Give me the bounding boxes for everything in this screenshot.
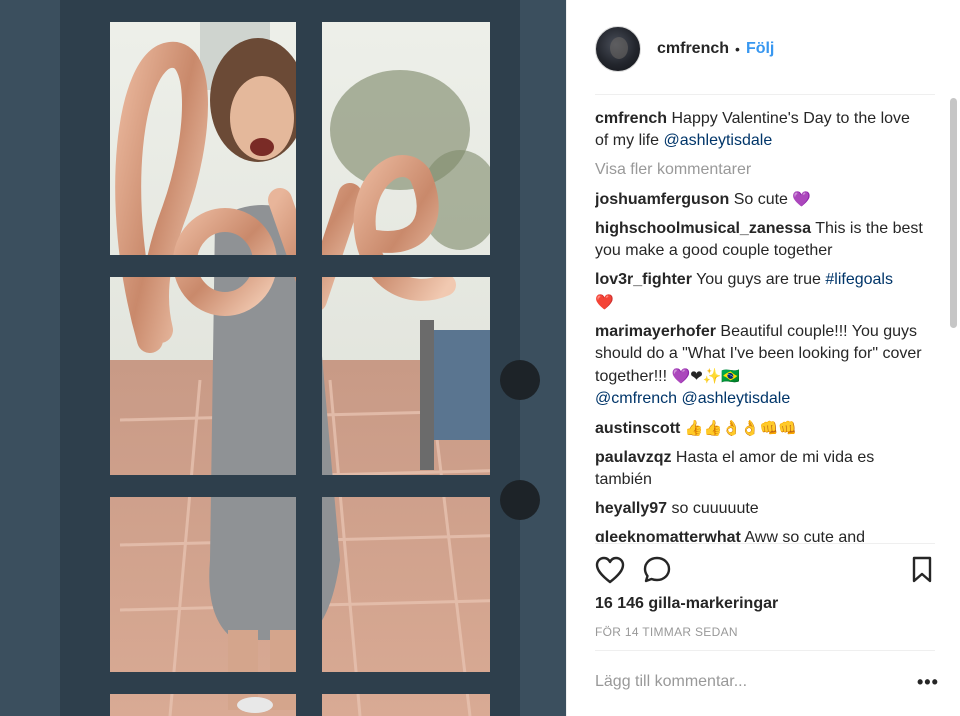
caption: cmfrench Happy Valentine's Day to the lo…	[595, 108, 925, 152]
avatar[interactable]	[595, 26, 641, 72]
comment-text: So cute	[733, 191, 788, 208]
show-more-comments-link[interactable]: Visa fler kommentarer	[595, 159, 925, 181]
comment-username[interactable]: austinscott	[595, 420, 680, 437]
comment-emoji: 💜	[792, 190, 812, 208]
comment-username[interactable]: paulavzqz	[595, 449, 671, 466]
comment-item: highschoolmusical_zanessa This is the be…	[595, 218, 925, 262]
post-header: cmfrench • Följ	[595, 24, 935, 74]
add-comment-input[interactable]: Lägg till kommentar...	[595, 673, 747, 691]
photo-illustration	[0, 0, 566, 716]
comments-scrollbar[interactable]	[950, 98, 957, 328]
post-timestamp[interactable]: FÖR 14 TIMMAR SEDAN	[595, 625, 738, 639]
comment-emoji: 👍👍👌👌👊👊	[684, 419, 797, 437]
comment-box-divider	[595, 650, 935, 651]
comment-mentions[interactable]: @cmfrench @ashleytisdale	[595, 390, 790, 407]
comment-item: lov3r_fighter You guys are true #lifegoa…	[595, 269, 925, 314]
likes-count[interactable]: 16 146 gilla-markeringar	[595, 595, 778, 613]
heart-outline-icon[interactable]	[595, 556, 625, 584]
comment-username[interactable]: joshuamferguson	[595, 191, 729, 208]
comment-text: so cuuuuute	[671, 500, 759, 517]
comment-username[interactable]: lov3r_fighter	[595, 271, 692, 288]
comment-username[interactable]: gleeknomatterwhat	[595, 529, 741, 542]
action-bar	[595, 552, 935, 588]
comment-username[interactable]: highschoolmusical_zanessa	[595, 220, 811, 237]
comment-item: gleeknomatterwhat Aww so cute and	[595, 527, 925, 542]
comment-username[interactable]: marimayerhofer	[595, 323, 716, 340]
actions-divider	[595, 543, 935, 544]
comment-hashtag[interactable]: #lifegoals	[825, 271, 893, 288]
bookmark-icon[interactable]	[911, 556, 933, 584]
separator-dot: •	[735, 41, 740, 57]
comment-item: austinscott 👍👍👌👌👊👊	[595, 417, 925, 440]
follow-button[interactable]: Följ	[746, 40, 774, 58]
author-username[interactable]: cmfrench	[657, 40, 729, 58]
comments-list[interactable]: cmfrench Happy Valentine's Day to the lo…	[595, 108, 925, 542]
header-divider	[595, 94, 935, 95]
comment-item: marimayerhofer Beautiful couple!!! You g…	[595, 321, 925, 410]
comment-item: heyally97 so cuuuuute	[595, 498, 925, 520]
comment-item: paulavzqz Hasta el amor de mi vida es ta…	[595, 447, 925, 491]
more-options-icon[interactable]: •••	[917, 672, 939, 693]
post-sidebar: cmfrench • Följ cmfrench Happy Valentine…	[566, 0, 960, 716]
comment-text: Aww so cute and	[744, 529, 866, 542]
comment-username[interactable]: heyally97	[595, 500, 667, 517]
caption-mention[interactable]: @ashleytisdale	[663, 132, 772, 149]
comment-text: You guys are true	[696, 271, 821, 288]
caption-username[interactable]: cmfrench	[595, 110, 667, 127]
comment-item: joshuamferguson So cute 💜	[595, 188, 925, 211]
comment-emoji: ❤️	[595, 293, 614, 311]
comment-bubble-icon[interactable]	[643, 556, 671, 584]
post-photo[interactable]	[0, 0, 566, 716]
comment-emoji: 💜❤✨🇧🇷	[671, 367, 741, 385]
